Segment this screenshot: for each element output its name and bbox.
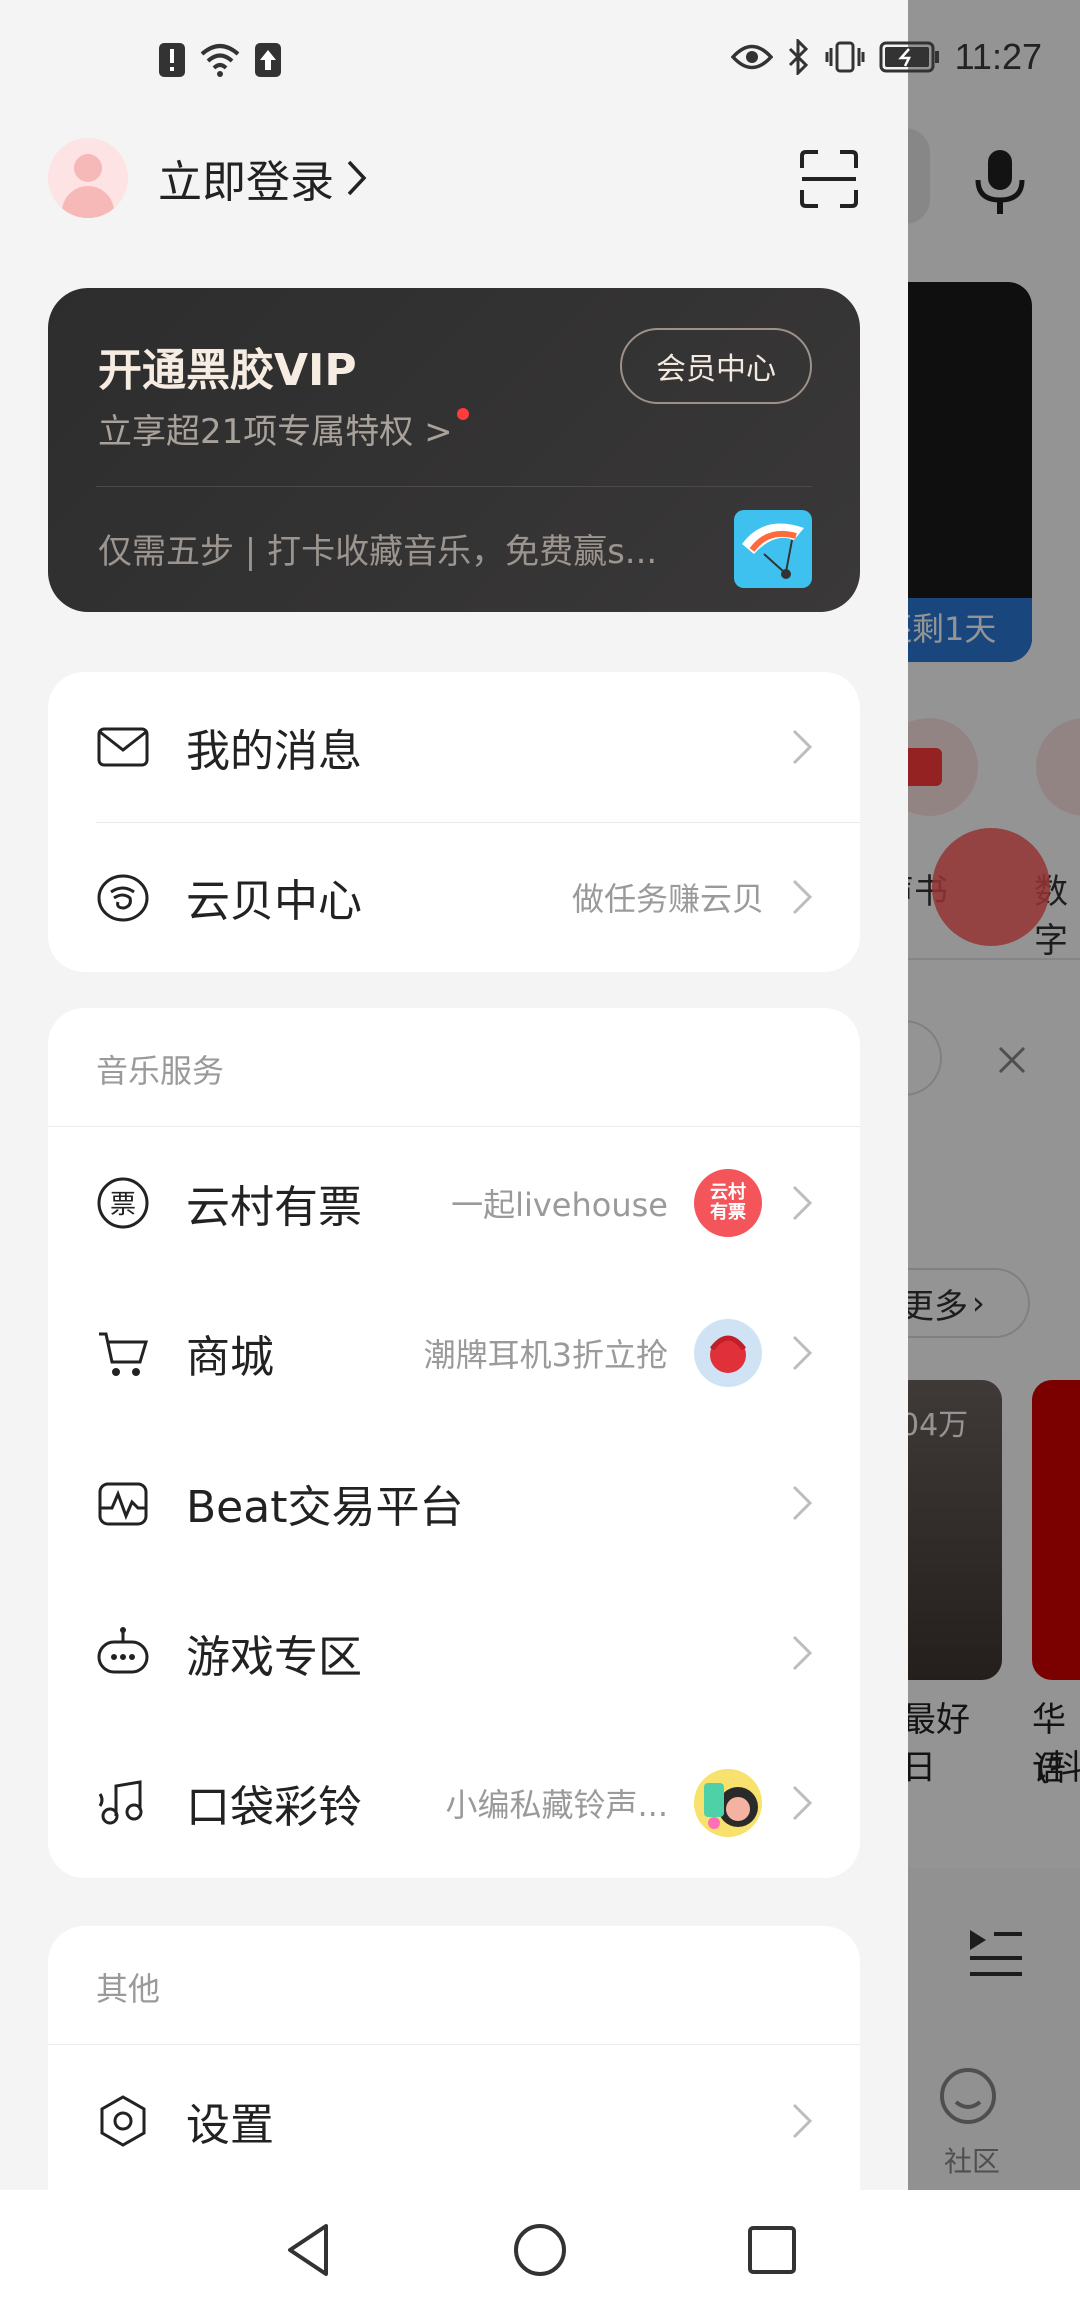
section-divider bbox=[48, 2044, 860, 2045]
chevron-right-icon bbox=[792, 2103, 813, 2139]
chevron-right-icon bbox=[792, 1485, 813, 1521]
chevron-right-icon bbox=[792, 729, 813, 765]
menu-item-hint: 潮牌耳机3折立抢 bbox=[423, 1336, 668, 1374]
menu-item-ringtone[interactable]: 口袋彩铃 小编私藏铃声... bbox=[48, 1728, 860, 1878]
menu-item-label: 口袋彩铃 bbox=[186, 1782, 362, 1833]
headphones-thumb bbox=[694, 1319, 762, 1387]
menu-item-mall[interactable]: 商城 潮牌耳机3折立抢 bbox=[48, 1278, 860, 1428]
chevron-right-icon bbox=[792, 879, 813, 915]
vip-card[interactable]: 开通黑胶VIP 立享超21项专属特权 > 会员中心 仅需五步 | 打卡收藏音乐，… bbox=[48, 288, 860, 612]
ticket-icon: 票 bbox=[97, 1177, 149, 1229]
upload-icon bbox=[255, 43, 281, 77]
menu-item-tickets[interactable]: 票 云村有票 一起livehouse 云村有票 bbox=[48, 1128, 860, 1278]
battery-icon bbox=[879, 41, 939, 73]
chevron-right-icon bbox=[792, 1785, 813, 1821]
bluetooth-icon bbox=[788, 39, 808, 75]
status-time: 11:27 bbox=[954, 36, 1042, 77]
wifi-icon bbox=[200, 44, 240, 77]
menu-item-hint: 一起livehouse bbox=[451, 1186, 668, 1224]
back-icon[interactable] bbox=[278, 2220, 338, 2280]
chevron-right-icon bbox=[792, 1635, 813, 1671]
menu-item-hint: 做任务赚云贝 bbox=[571, 880, 764, 918]
menu-item-messages[interactable]: 我的消息 bbox=[48, 672, 860, 822]
menu-item-label: 云村有票 bbox=[186, 1182, 362, 1233]
login-label[interactable]: 立即登录 bbox=[158, 146, 334, 210]
vip-divider bbox=[96, 486, 812, 487]
vibrate-icon bbox=[825, 41, 865, 73]
chevron-right-icon bbox=[792, 1335, 813, 1371]
vip-title: 开通黑胶VIP bbox=[98, 345, 357, 396]
eye-icon bbox=[730, 44, 773, 70]
menu-item-games[interactable]: 游戏专区 bbox=[48, 1578, 860, 1728]
menu-item-label: 商城 bbox=[186, 1332, 274, 1383]
alert-icon bbox=[159, 43, 185, 77]
menu-item-settings[interactable]: 设置 bbox=[48, 2046, 860, 2196]
game-icon bbox=[97, 1627, 149, 1674]
system-nav-bar bbox=[0, 2190, 1080, 2310]
quick-card: 我的消息 云贝中心 做任务赚云贝 bbox=[48, 672, 860, 972]
notification-dot bbox=[456, 408, 469, 420]
home-icon[interactable] bbox=[510, 2220, 570, 2280]
status-left bbox=[158, 42, 282, 78]
vip-promo-text[interactable]: 仅需五步 | 打卡收藏音乐，免费赢s... bbox=[98, 524, 698, 573]
beat-icon bbox=[98, 1482, 148, 1526]
status-bar: 11:27 bbox=[0, 0, 1080, 120]
menu-item-label: 云贝中心 bbox=[186, 876, 362, 927]
scan-icon[interactable] bbox=[798, 148, 860, 210]
menu-item-label: 游戏专区 bbox=[186, 1632, 362, 1683]
ticket-badge-thumb: 云村有票 bbox=[694, 1169, 762, 1237]
recents-icon[interactable] bbox=[742, 2220, 802, 2280]
settings-icon bbox=[100, 2095, 146, 2147]
music-services-card: 音乐服务 票 云村有票 一起livehouse 云村有票 商城 潮牌耳机3折立抢… bbox=[48, 1008, 860, 1878]
cart-icon bbox=[99, 1332, 149, 1376]
section-title: 音乐服务 bbox=[96, 1052, 225, 1090]
section-title: 其他 bbox=[96, 1970, 161, 2008]
svg-text:票: 票 bbox=[110, 1190, 136, 1220]
status-right: 11:27 bbox=[730, 36, 1042, 78]
ringtone-thumb bbox=[694, 1769, 762, 1837]
ringtone-icon bbox=[98, 1780, 143, 1825]
mail-icon bbox=[97, 727, 149, 767]
menu-item-label: 设置 bbox=[186, 2100, 274, 2151]
member-center-button[interactable]: 会员中心 bbox=[620, 328, 812, 404]
chevron-right-icon bbox=[347, 160, 367, 196]
ticket-badge-text: 云村有票 bbox=[710, 1182, 746, 1223]
menu-item-label: Beat交易平台 bbox=[186, 1482, 464, 1533]
menu-item-beat-platform[interactable]: Beat交易平台 bbox=[48, 1428, 860, 1578]
vip-subtitle-row[interactable]: 立享超21项专属特权 > bbox=[98, 404, 469, 453]
menu-item-hint: 小编私藏铃声... bbox=[445, 1786, 668, 1824]
menu-item-label: 我的消息 bbox=[186, 726, 362, 777]
avatar[interactable] bbox=[48, 138, 128, 218]
vip-subtitle: 立享超21项专属特权 > bbox=[98, 412, 453, 452]
coin-icon bbox=[97, 874, 149, 922]
side-drawer: 立即登录 开通黑胶VIP 立享超21项专属特权 > 会员中心 仅需五步 | 打卡… bbox=[0, 0, 908, 2310]
parachute-icon[interactable] bbox=[734, 510, 812, 588]
menu-item-coin-center[interactable]: 云贝中心 做任务赚云贝 bbox=[48, 822, 860, 972]
section-divider bbox=[48, 1126, 860, 1127]
chevron-right-icon bbox=[792, 1185, 813, 1221]
login-row[interactable]: 立即登录 bbox=[48, 138, 368, 218]
